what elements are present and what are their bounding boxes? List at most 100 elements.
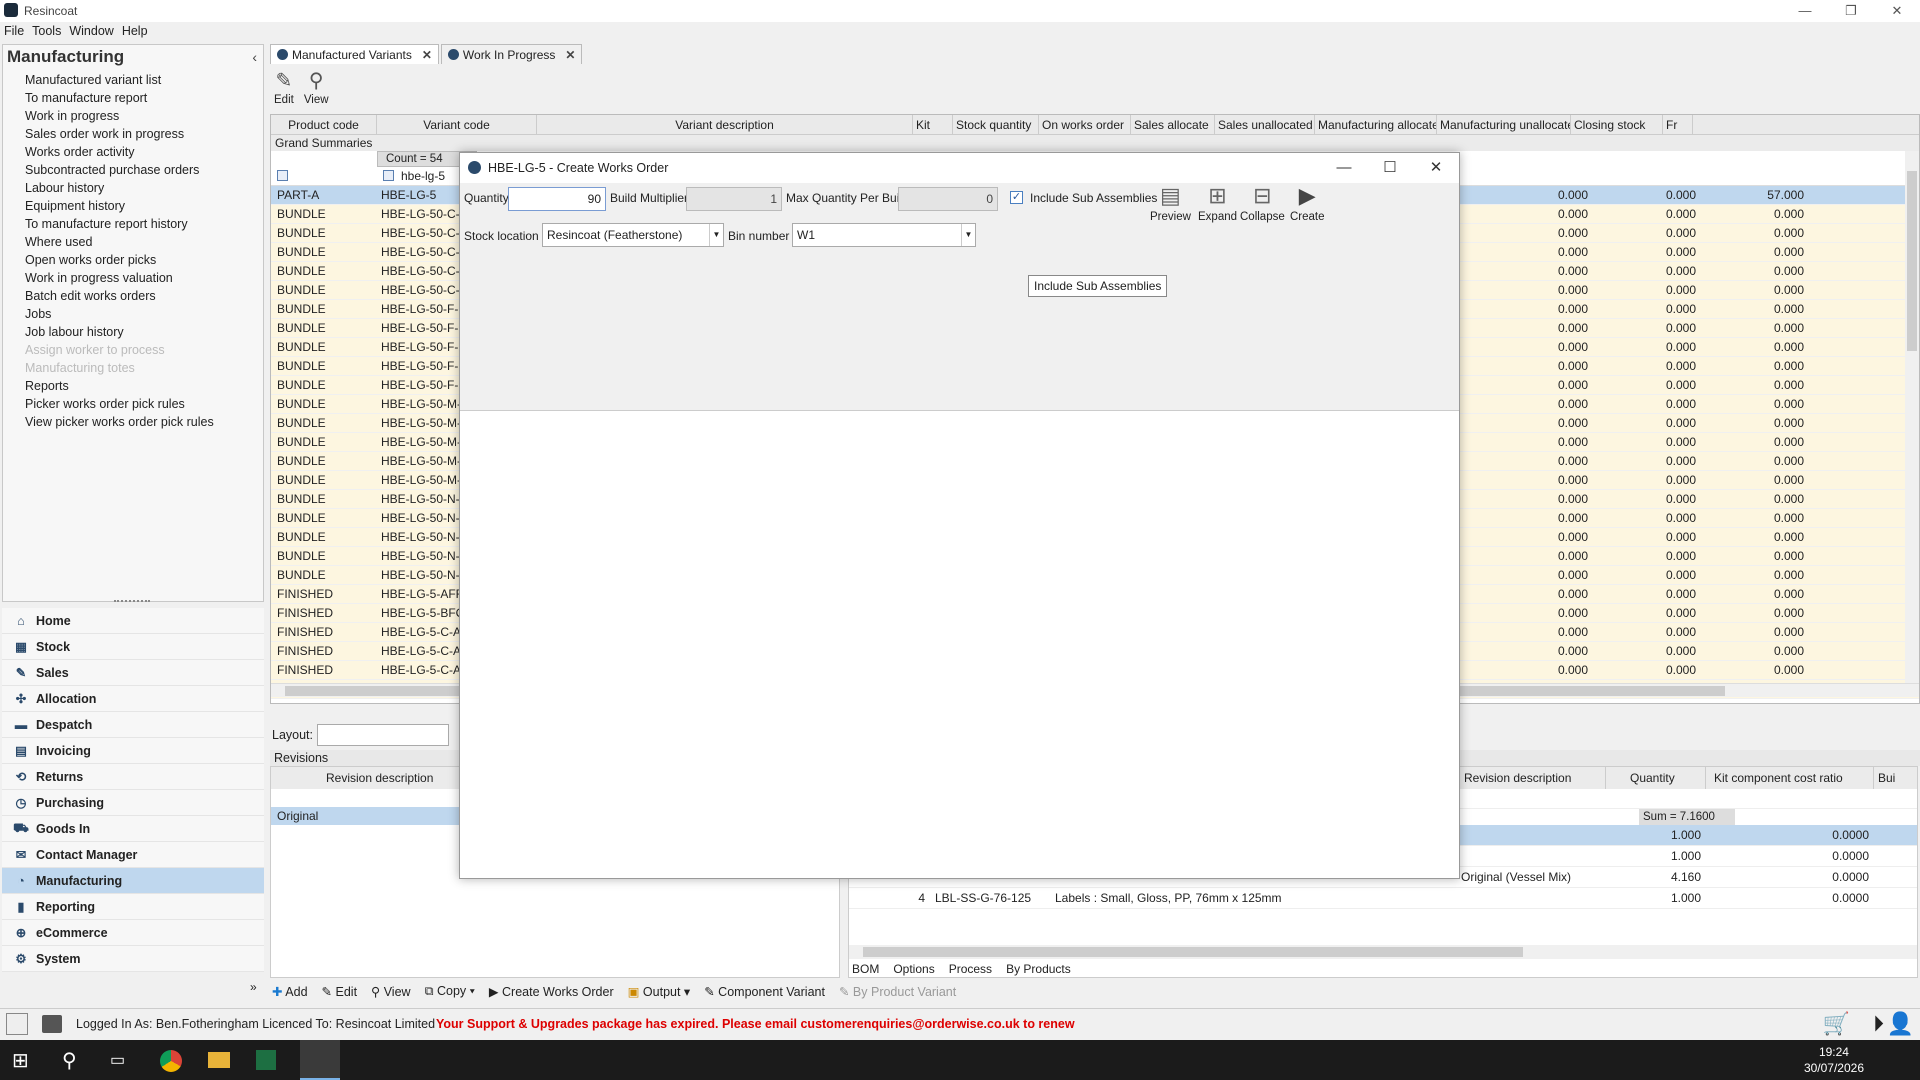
nav-returns[interactable]: ⟲ Returns bbox=[2, 764, 264, 790]
column-header[interactable]: Manufacturing unallocate bbox=[1437, 115, 1571, 135]
manufacturing-link[interactable]: Jobs bbox=[3, 305, 263, 323]
nav-reporting[interactable]: ▮ Reporting bbox=[2, 894, 264, 920]
minimize-button[interactable]: — bbox=[1782, 0, 1828, 22]
manufacturing-link[interactable]: Subcontracted purchase orders bbox=[3, 161, 263, 179]
play-circle-icon[interactable]: ⏵ bbox=[1873, 1011, 1884, 1037]
manufacturing-link[interactable]: Work in progress valuation bbox=[3, 269, 263, 287]
user-icon[interactable]: 👤 bbox=[1887, 1011, 1914, 1037]
filter-icon[interactable] bbox=[277, 170, 288, 181]
nav-invoicing[interactable]: ▤ Invoicing bbox=[2, 738, 264, 764]
bom-scrollbar[interactable] bbox=[849, 945, 1917, 959]
nav-contact-manager[interactable]: ✉ Contact Manager bbox=[2, 842, 264, 868]
manufacturing-link[interactable]: Batch edit works orders bbox=[3, 287, 263, 305]
view-button[interactable]: ⚲ View bbox=[304, 68, 329, 106]
nav-manufacturing[interactable]: ◔ Manufacturing bbox=[2, 868, 264, 894]
bom-row[interactable]: 4 LBL-SS-G-76-125 Labels : Small, Gloss, P… bbox=[849, 888, 1917, 909]
splitter-handle[interactable] bbox=[114, 600, 150, 603]
menu-file[interactable]: File bbox=[4, 24, 24, 42]
manufacturing-link[interactable]: Open works order picks bbox=[3, 251, 263, 269]
nav-home[interactable]: ⌂ Home bbox=[2, 608, 264, 634]
manufacturing-link[interactable]: Labour history bbox=[3, 179, 263, 197]
output-button[interactable]: ▣ Output ▾ bbox=[628, 984, 691, 999]
create-works-order-button[interactable]: ▶ Create Works Order bbox=[489, 984, 614, 999]
variant-code-filter[interactable]: hbe-lg-5 bbox=[401, 169, 445, 183]
create-button[interactable]: ▶ Create bbox=[1290, 183, 1325, 223]
quantity-input[interactable]: 90 bbox=[508, 187, 606, 211]
nav-system[interactable]: ⚙ System bbox=[2, 946, 264, 972]
filter-icon[interactable] bbox=[383, 170, 394, 181]
manufacturing-link[interactable]: Manufactured variant list bbox=[3, 71, 263, 89]
column-header[interactable]: Fr bbox=[1663, 115, 1693, 135]
orderwise-taskbar-icon[interactable] bbox=[300, 1040, 340, 1080]
cube-icon[interactable] bbox=[42, 1015, 62, 1033]
preview-button[interactable]: ▤ Preview bbox=[1150, 183, 1191, 223]
column-header[interactable]: Sales allocate bbox=[1131, 115, 1215, 135]
tab-options[interactable]: Options bbox=[893, 962, 934, 976]
manufacturing-link[interactable]: Equipment history bbox=[3, 197, 263, 215]
edit-button[interactable]: ✎ Edit bbox=[322, 984, 358, 999]
stock-location-dropdown[interactable]: Resincoat (Featherstone) ▼ bbox=[542, 223, 724, 247]
nav-goods-in[interactable]: ⛟ Goods In bbox=[2, 816, 264, 842]
manufacturing-link[interactable]: Reports bbox=[3, 377, 263, 395]
column-header[interactable]: Variant code bbox=[377, 115, 537, 135]
manufacturing-link[interactable]: To manufacture report bbox=[3, 89, 263, 107]
close-button[interactable]: ✕ bbox=[1874, 0, 1920, 22]
expand-button[interactable]: ⊞ Expand bbox=[1198, 183, 1237, 223]
column-header[interactable]: Kit bbox=[913, 115, 953, 135]
find-icon[interactable] bbox=[6, 1013, 28, 1035]
manufacturing-link[interactable]: Picker works order pick rules bbox=[3, 395, 263, 413]
manufacturing-link[interactable]: To manufacture report history bbox=[3, 215, 263, 233]
tab-by-products[interactable]: By Products bbox=[1006, 962, 1071, 976]
close-tab-icon[interactable]: ✕ bbox=[565, 48, 575, 62]
bom-col-build[interactable]: Bui bbox=[1873, 767, 1903, 789]
tab-process[interactable]: Process bbox=[949, 962, 992, 976]
bom-col-revision[interactable]: Revision description bbox=[1455, 767, 1605, 789]
search-icon[interactable]: ⚲ bbox=[62, 1048, 77, 1073]
vertical-scrollbar[interactable] bbox=[1905, 151, 1919, 683]
bom-col-cost-ratio[interactable]: Kit component cost ratio bbox=[1705, 767, 1873, 789]
collapse-button[interactable]: ⊟ Collapse bbox=[1240, 183, 1285, 223]
column-header[interactable]: Sales unallocated bbox=[1215, 115, 1315, 135]
folder-icon[interactable] bbox=[208, 1052, 230, 1068]
add-button[interactable]: ✚ Add bbox=[272, 984, 308, 999]
layout-dropdown[interactable] bbox=[317, 724, 450, 746]
scroll-thumb[interactable] bbox=[863, 947, 1523, 957]
column-header[interactable]: Stock quantity bbox=[953, 115, 1039, 135]
restore-button[interactable]: ❐ bbox=[1828, 0, 1874, 22]
copy-button[interactable]: ⧉ Copy ▾ bbox=[425, 984, 475, 999]
view-button[interactable]: ⚲ View bbox=[371, 984, 411, 999]
nav-purchasing[interactable]: ◷ Purchasing bbox=[2, 790, 264, 816]
dialog-minimize-button[interactable]: — bbox=[1321, 153, 1367, 183]
task-view-icon[interactable]: ▭ bbox=[110, 1050, 125, 1070]
manufacturing-link[interactable]: Job labour history bbox=[3, 323, 263, 341]
tab-work-in-progress[interactable]: Work In Progress ✕ bbox=[440, 44, 583, 64]
manufacturing-link[interactable]: Work in progress bbox=[3, 107, 263, 125]
excel-icon[interactable] bbox=[256, 1050, 276, 1070]
component-variant-button[interactable]: ✎ Component Variant bbox=[704, 984, 825, 999]
nav-stock[interactable]: ▦ Stock bbox=[2, 634, 264, 660]
nav-sales[interactable]: ✎ Sales bbox=[2, 660, 264, 686]
tab-bom[interactable]: BOM bbox=[852, 962, 879, 976]
column-header[interactable]: Product code bbox=[271, 115, 377, 135]
edit-button[interactable]: ✎ Edit bbox=[274, 68, 294, 106]
menu-tools[interactable]: Tools bbox=[32, 24, 61, 42]
manufacturing-link[interactable]: View picker works order pick rules bbox=[3, 413, 263, 431]
nav-more-icon[interactable]: » bbox=[250, 980, 257, 994]
manufacturing-link[interactable]: Where used bbox=[3, 233, 263, 251]
chrome-icon[interactable] bbox=[160, 1050, 182, 1072]
manufacturing-link[interactable]: Sales order work in progress bbox=[3, 125, 263, 143]
tab-manufactured-variants[interactable]: Manufactured Variants ✕ bbox=[270, 44, 439, 64]
column-header[interactable]: Variant description bbox=[537, 115, 913, 135]
column-header[interactable]: On works order bbox=[1039, 115, 1131, 135]
scroll-thumb[interactable] bbox=[1907, 171, 1917, 351]
manufacturing-link[interactable]: Works order activity bbox=[3, 143, 263, 161]
nav-ecommerce[interactable]: ⊕ eCommerce bbox=[2, 920, 264, 946]
menu-help[interactable]: Help bbox=[122, 24, 148, 42]
bin-number-dropdown[interactable]: W1 ▼ bbox=[792, 223, 976, 247]
menu-window[interactable]: Window bbox=[69, 24, 113, 42]
dialog-maximize-button[interactable]: ☐ bbox=[1367, 153, 1413, 183]
bom-col-quantity[interactable]: Quantity bbox=[1605, 767, 1705, 789]
windows-start-icon[interactable]: ⊞ bbox=[12, 1048, 29, 1073]
column-header[interactable]: Manufacturing allocate bbox=[1315, 115, 1437, 135]
basket-icon[interactable]: 🛒 bbox=[1823, 1011, 1850, 1037]
